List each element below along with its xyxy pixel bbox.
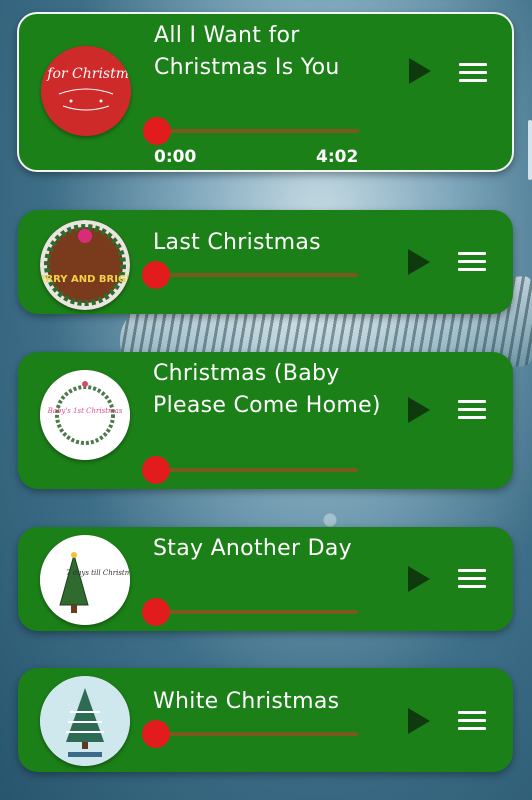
menu-icon[interactable] [458,711,486,735]
album-cover: All I want for Christmas is YOU [41,46,131,136]
song-card[interactable]: White Christmas [18,668,513,772]
song-title: Christmas (Baby Please Come Home) [153,361,381,418]
album-cover: Baby's 1st Christmas [40,370,130,460]
progress-thumb[interactable] [143,117,171,145]
progress-track[interactable] [158,732,358,736]
progress-thumb[interactable] [142,261,170,289]
album-cover: 7 days till Christmas! [40,535,130,625]
play-icon[interactable] [408,566,430,592]
song-title: Stay Another Day [153,536,352,561]
song-title: All I Want for Christmas Is You [154,23,340,80]
play-icon[interactable] [409,58,431,84]
play-icon[interactable] [408,249,430,275]
progress-track[interactable] [158,273,358,277]
progress-thumb[interactable] [142,598,170,626]
album-cover: MERRY AND BRIGHT [40,220,130,310]
current-time: 0:00 [154,147,197,167]
song-title: Last Christmas [153,230,321,255]
play-icon[interactable] [408,397,430,423]
album-cover [40,676,130,766]
menu-icon[interactable] [458,400,486,424]
song-card[interactable]: All I want for Christmas is YOU All I Wa… [17,12,514,172]
cover-text: Baby's 1st Christmas [47,407,123,415]
menu-icon[interactable] [458,569,486,593]
progress-track[interactable] [158,468,358,472]
cover-text: MERRY AND BRIGHT [40,274,130,285]
song-title: White Christmas [153,689,340,714]
cover-text: All I want for Christmas is YOU [41,66,131,82]
progress-thumb[interactable] [142,720,170,748]
duration: 4:02 [316,147,359,167]
song-card[interactable]: Baby's 1st Christmas Christmas (Baby Ple… [18,352,513,489]
progress-thumb[interactable] [142,456,170,484]
play-icon[interactable] [408,708,430,734]
song-card[interactable]: MERRY AND BRIGHT Last Christmas [18,210,513,314]
menu-icon[interactable] [459,63,487,87]
progress-track[interactable] [159,129,359,133]
scroll-indicator[interactable] [528,120,532,180]
cover-text: 7 days till Christmas! [66,569,130,577]
song-card[interactable]: 7 days till Christmas! Stay Another Day [18,527,513,631]
progress-track[interactable] [158,610,358,614]
menu-icon[interactable] [458,252,486,276]
